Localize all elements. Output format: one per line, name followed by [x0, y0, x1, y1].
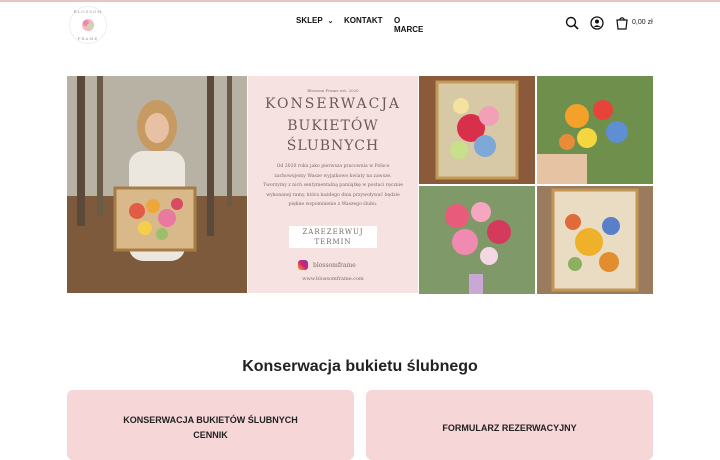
framed-flowers-photo-2: [537, 186, 653, 294]
nav-label-shop: SKLEP: [296, 16, 323, 25]
reservation-form-card-title: FORMULARZ REZERWACYJNY: [442, 423, 577, 433]
instagram-icon: [298, 260, 308, 270]
bouquet-image: [419, 186, 535, 294]
nav-item-contact[interactable]: KONTAKT: [344, 16, 383, 25]
reserve-button-line2: TERMIN: [314, 238, 352, 246]
hero-photo-grid: [419, 76, 653, 294]
framed-flowers-image: [419, 76, 535, 184]
instagram-handle: blossomframe: [313, 261, 356, 269]
bouquet-photo-1: [537, 76, 653, 184]
logo[interactable]: BLOSSOM FRAME: [69, 6, 107, 44]
section-title: Konserwacja bukietu ślubnego: [242, 358, 478, 375]
cart-total[interactable]: 0,00 zł: [632, 19, 653, 26]
hero-banner[interactable]: Blossom Frame est. 2020 KONSERWACJA BUKI…: [67, 76, 653, 294]
hero-card-title-line2: BUKIETÓW: [287, 118, 379, 134]
hero-card-small-text: Blossom Frame est. 2020: [307, 88, 359, 93]
nav-label-contact: KONTAKT: [344, 16, 383, 25]
logo-text-bottom: FRAME: [77, 36, 99, 41]
nav-item-about[interactable]: O MARCE: [394, 16, 423, 34]
chevron-down-icon: ⌄: [327, 17, 334, 25]
hero-card-title-line1: KONSERWACJA: [264, 96, 402, 112]
logo-text-top: BLOSSOM: [73, 9, 103, 14]
reserve-button-line1: ZAREZERWUJ: [302, 228, 364, 236]
hero-card-title-line3: ŚLUBNYCH: [286, 138, 380, 154]
cart-icon[interactable]: [615, 16, 629, 30]
bride-with-frame-image: [67, 76, 247, 293]
hero-info-card: Blossom Frame est. 2020 KONSERWACJA BUKI…: [248, 76, 418, 293]
bouquet-photo-2: [419, 186, 535, 294]
nav-label-about: O MARCE: [394, 16, 424, 34]
website-text: www.blossomframe.com: [302, 276, 364, 282]
bride-photo: [67, 76, 247, 293]
pricing-card-title: KONSERWACJA BUKIETÓW ŚLUBNYCH: [123, 415, 298, 425]
reserve-date-button[interactable]: ZAREZERWUJ TERMIN: [289, 226, 377, 248]
pricing-card-subtitle: CENNIK: [193, 430, 228, 440]
framed-flowers-photo-1: [419, 76, 535, 184]
flower-logo-icon: [82, 19, 94, 31]
instagram-link[interactable]: blossomframe: [298, 260, 356, 270]
site-header: BLOSSOM FRAME SKLEP ⌄ KONTAKT O MARCE 0,…: [0, 2, 720, 46]
account-icon[interactable]: [590, 16, 604, 30]
hero-card-paragraph: Od 2020 roku jako pierwsza pracownia w P…: [263, 164, 403, 207]
nav-item-shop[interactable]: SKLEP ⌄: [296, 16, 334, 25]
bouquet-image: [537, 76, 653, 184]
search-icon[interactable]: [565, 16, 579, 30]
framed-flowers-image: [537, 186, 653, 294]
